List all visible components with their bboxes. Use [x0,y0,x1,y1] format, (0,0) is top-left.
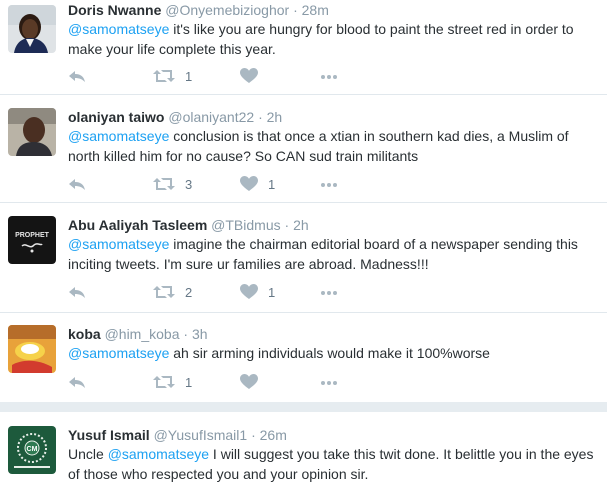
more-icon [321,291,337,295]
tweet-body: ah sir arming individuals would make it … [169,345,490,361]
mention-link[interactable]: @samomatseye [68,236,169,252]
tweet-time[interactable]: 2h [267,109,283,125]
retweet-button[interactable]: 2 [153,284,192,300]
more-button[interactable] [320,68,338,84]
author-handle[interactable]: @TBidmus [211,217,280,233]
separator-dot: · [284,217,290,233]
tweet[interactable]: koba @him_koba · 3h @samomatseye ah sir … [0,313,607,402]
tweet-time[interactable]: 28m [302,2,329,18]
more-button[interactable] [320,374,338,390]
reply-button[interactable] [68,284,86,300]
like-icon [240,374,258,389]
like-button[interactable] [240,374,268,390]
tweet[interactable]: PROPHET Abu Aaliyah Tasleem @TBidmus · 2… [0,203,607,313]
tweet-text: @samomatseye ah sir arming individuals w… [68,343,598,363]
avatar-logo-text: CM [27,446,38,453]
reply-button[interactable] [68,374,86,390]
more-icon [321,381,337,385]
reply-icon [69,71,85,82]
mention-link[interactable]: @samomatseye [68,21,169,37]
tweet-text: Uncle @samomatseye I will suggest you ta… [68,444,598,484]
avatar[interactable] [8,325,56,373]
tweet-timeline: Doris Nwanne @Onyemebizioghor · 28m @sam… [0,0,607,487]
like-button[interactable] [240,68,268,84]
more-icon [321,75,337,79]
section-separator [0,402,607,412]
author-name[interactable]: olaniyan taiwo [68,109,164,125]
avatar[interactable] [8,108,56,156]
retweet-count: 1 [185,68,193,84]
author-handle[interactable]: @olaniyant22 [168,109,254,125]
retweet-count: 2 [185,284,193,300]
tweet-time[interactable]: 3h [192,326,208,342]
tweet-time[interactable]: 2h [293,217,309,233]
reply-button[interactable] [68,176,86,192]
retweet-icon [153,70,175,82]
separator-dot: · [183,326,189,342]
tweet[interactable]: CM Yusuf Ismail @YusufIsmail1 · 26m Uncl… [0,412,607,487]
more-button[interactable] [320,176,338,192]
retweet-icon [153,376,175,388]
tweet-header: Abu Aaliyah Tasleem @TBidmus · 2h [68,217,309,233]
more-icon [321,183,337,187]
author-handle[interactable]: @Onyemebizioghor [165,2,289,18]
author-handle[interactable]: @YusufIsmail1 [154,427,248,443]
separator-dot: · [251,427,256,443]
retweet-icon [153,178,175,190]
tweet[interactable]: Doris Nwanne @Onyemebizioghor · 28m @sam… [0,0,607,95]
reply-icon [69,377,85,388]
more-button[interactable] [320,284,338,300]
tweet-prefix: Uncle [68,446,108,462]
retweet-button[interactable]: 1 [153,68,192,84]
avatar[interactable]: CM [8,426,56,474]
retweet-button[interactable]: 3 [153,176,192,192]
like-button[interactable]: 1 [240,176,275,192]
author-name[interactable]: koba [68,326,101,342]
like-count: 1 [268,284,276,300]
avatar[interactable] [8,5,56,53]
retweet-icon [153,286,175,298]
separator-dot: · [258,109,263,125]
mention-link[interactable]: @samomatseye [68,345,169,361]
like-button[interactable]: 1 [240,284,275,300]
tweet-time[interactable]: 26m [260,427,287,443]
separator-dot: · [293,2,298,18]
avatar-logo-text: PROPHET [15,232,50,239]
mention-link[interactable]: @samomatseye [68,128,169,144]
retweet-count: 1 [185,374,193,390]
like-icon [240,68,258,83]
author-name[interactable]: Doris Nwanne [68,2,161,18]
tweet-text: @samomatseye imagine the chairman editor… [68,234,598,274]
tweet[interactable]: olaniyan taiwo @olaniyant22 · 2h @samoma… [0,95,607,203]
reply-button[interactable] [68,68,86,84]
retweet-count: 3 [185,176,193,192]
tweet-text: @samomatseye conclusion is that once a x… [68,126,598,166]
tweet-header: olaniyan taiwo @olaniyant22 · 2h [68,109,282,125]
like-count: 1 [268,176,276,192]
mention-link[interactable]: @samomatseye [108,446,209,462]
like-icon [240,176,258,191]
avatar[interactable]: PROPHET [8,216,56,264]
reply-icon [69,287,85,298]
author-handle[interactable]: @him_koba [105,326,180,342]
tweet-header: Doris Nwanne @Onyemebizioghor · 28m [68,2,329,18]
author-name[interactable]: Abu Aaliyah Tasleem [68,217,207,233]
tweet-header: koba @him_koba · 3h [68,326,208,342]
author-name[interactable]: Yusuf Ismail [68,427,150,443]
tweet-header: Yusuf Ismail @YusufIsmail1 · 26m [68,427,287,443]
reply-icon [69,179,85,190]
like-icon [240,284,258,299]
retweet-button[interactable]: 1 [153,374,192,390]
tweet-text: @samomatseye it's like you are hungry fo… [68,19,598,59]
